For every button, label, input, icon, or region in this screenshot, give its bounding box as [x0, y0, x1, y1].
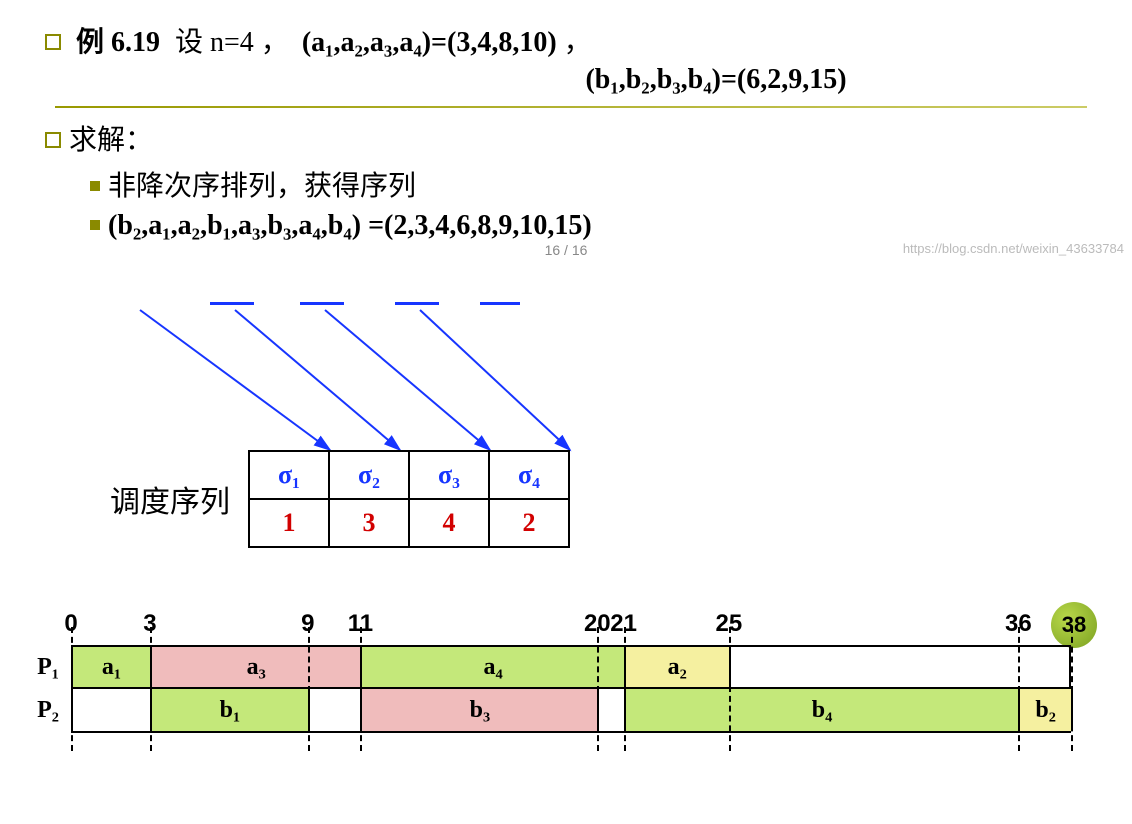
- sorted-sequence: (b₂,a₁,a₂,b₁,a₃,b₃,a₄,b₄) =(2,3,4,6,8,9,…: [90, 210, 1107, 242]
- example-header: 例 6.19 设 n=4 ， (a₁,a₂,a₃,a₄)=(3,4,8,10) …: [45, 20, 1107, 60]
- bar-b₁: b₁: [152, 689, 310, 731]
- bar-a₂: a₂: [626, 647, 731, 687]
- val3: 4: [409, 499, 489, 547]
- sigma4: σ₄: [489, 451, 569, 499]
- sigma3: σ₃: [409, 451, 489, 499]
- tick-9: [308, 627, 310, 751]
- tick-21: [624, 627, 626, 751]
- bar-gap: [599, 689, 625, 731]
- divider: [55, 106, 1087, 108]
- a-vector: (a₁,a₂,a₃,a₄)=(3,4,8,10): [302, 27, 557, 58]
- gantt-row-P₁: P₁a₁a₃a₄a₂: [71, 645, 1071, 689]
- page-number: 16 / 16: [545, 242, 588, 258]
- b-vector-line: (b₁,b₂,b₃,b₄)=(6,2,9,15): [25, 64, 1107, 96]
- bar-a₄: a₄: [362, 647, 625, 687]
- tick-3: [150, 627, 152, 751]
- tick-25: [729, 627, 731, 751]
- tick-0: [71, 627, 73, 751]
- row-label-P₁: P₁: [25, 647, 71, 687]
- bar-a₁: a₁: [73, 647, 152, 687]
- sigma2: σ₂: [329, 451, 409, 499]
- time-axis: 03911202125363838: [25, 610, 1095, 645]
- row-label-P₂: P₂: [25, 689, 71, 731]
- val4: 2: [489, 499, 569, 547]
- schedule-table-wrap: 调度序列 σ₁ σ₂ σ₃ σ₄ 1 3 4 2: [110, 450, 570, 548]
- sigma-row: σ₁ σ₂ σ₃ σ₄: [249, 451, 569, 499]
- val2: 3: [329, 499, 409, 547]
- bar-b₂: b₂: [1020, 689, 1073, 731]
- bar-gap: [73, 689, 152, 731]
- tick-11: [360, 627, 362, 751]
- bar-gap: [310, 689, 363, 731]
- val1: 1: [249, 499, 329, 547]
- example-label: 例 6.19: [76, 27, 160, 58]
- gantt-chart: 03911202125363838 P₁a₁a₃a₄a₂P₂b₁b₃b₄b₂: [25, 610, 1095, 733]
- b-vector: (b₁,b₂,b₃,b₄)=(6,2,9,15): [585, 64, 846, 95]
- watermark: https://blog.csdn.net/weixin_43633784: [903, 241, 1124, 256]
- schedule-table: σ₁ σ₂ σ₃ σ₄ 1 3 4 2: [248, 450, 570, 548]
- sigma1: σ₁: [249, 451, 329, 499]
- tick-36: [1018, 627, 1020, 751]
- solve-label: 求解：: [45, 118, 1107, 158]
- bar-a₃: a₃: [152, 647, 363, 687]
- example-setup: 设 n=4 ，: [175, 27, 289, 58]
- tick-38: [1071, 627, 1073, 751]
- total-time-badge: 38: [1051, 602, 1097, 648]
- gantt-rows: P₁a₁a₃a₄a₂P₂b₁b₃b₄b₂: [71, 645, 1095, 733]
- comma: ，: [564, 27, 592, 58]
- tick-20: [597, 627, 599, 751]
- bar-b₄: b₄: [626, 689, 1021, 731]
- gantt-row-P₂: P₂b₁b₃b₄b₂: [71, 689, 1071, 733]
- schedule-label: 调度序列: [110, 477, 230, 521]
- value-row: 1 3 4 2: [249, 499, 569, 547]
- nondesc-text: 非降次序排列，获得序列: [90, 164, 1107, 204]
- bar-b₃: b₃: [362, 689, 599, 731]
